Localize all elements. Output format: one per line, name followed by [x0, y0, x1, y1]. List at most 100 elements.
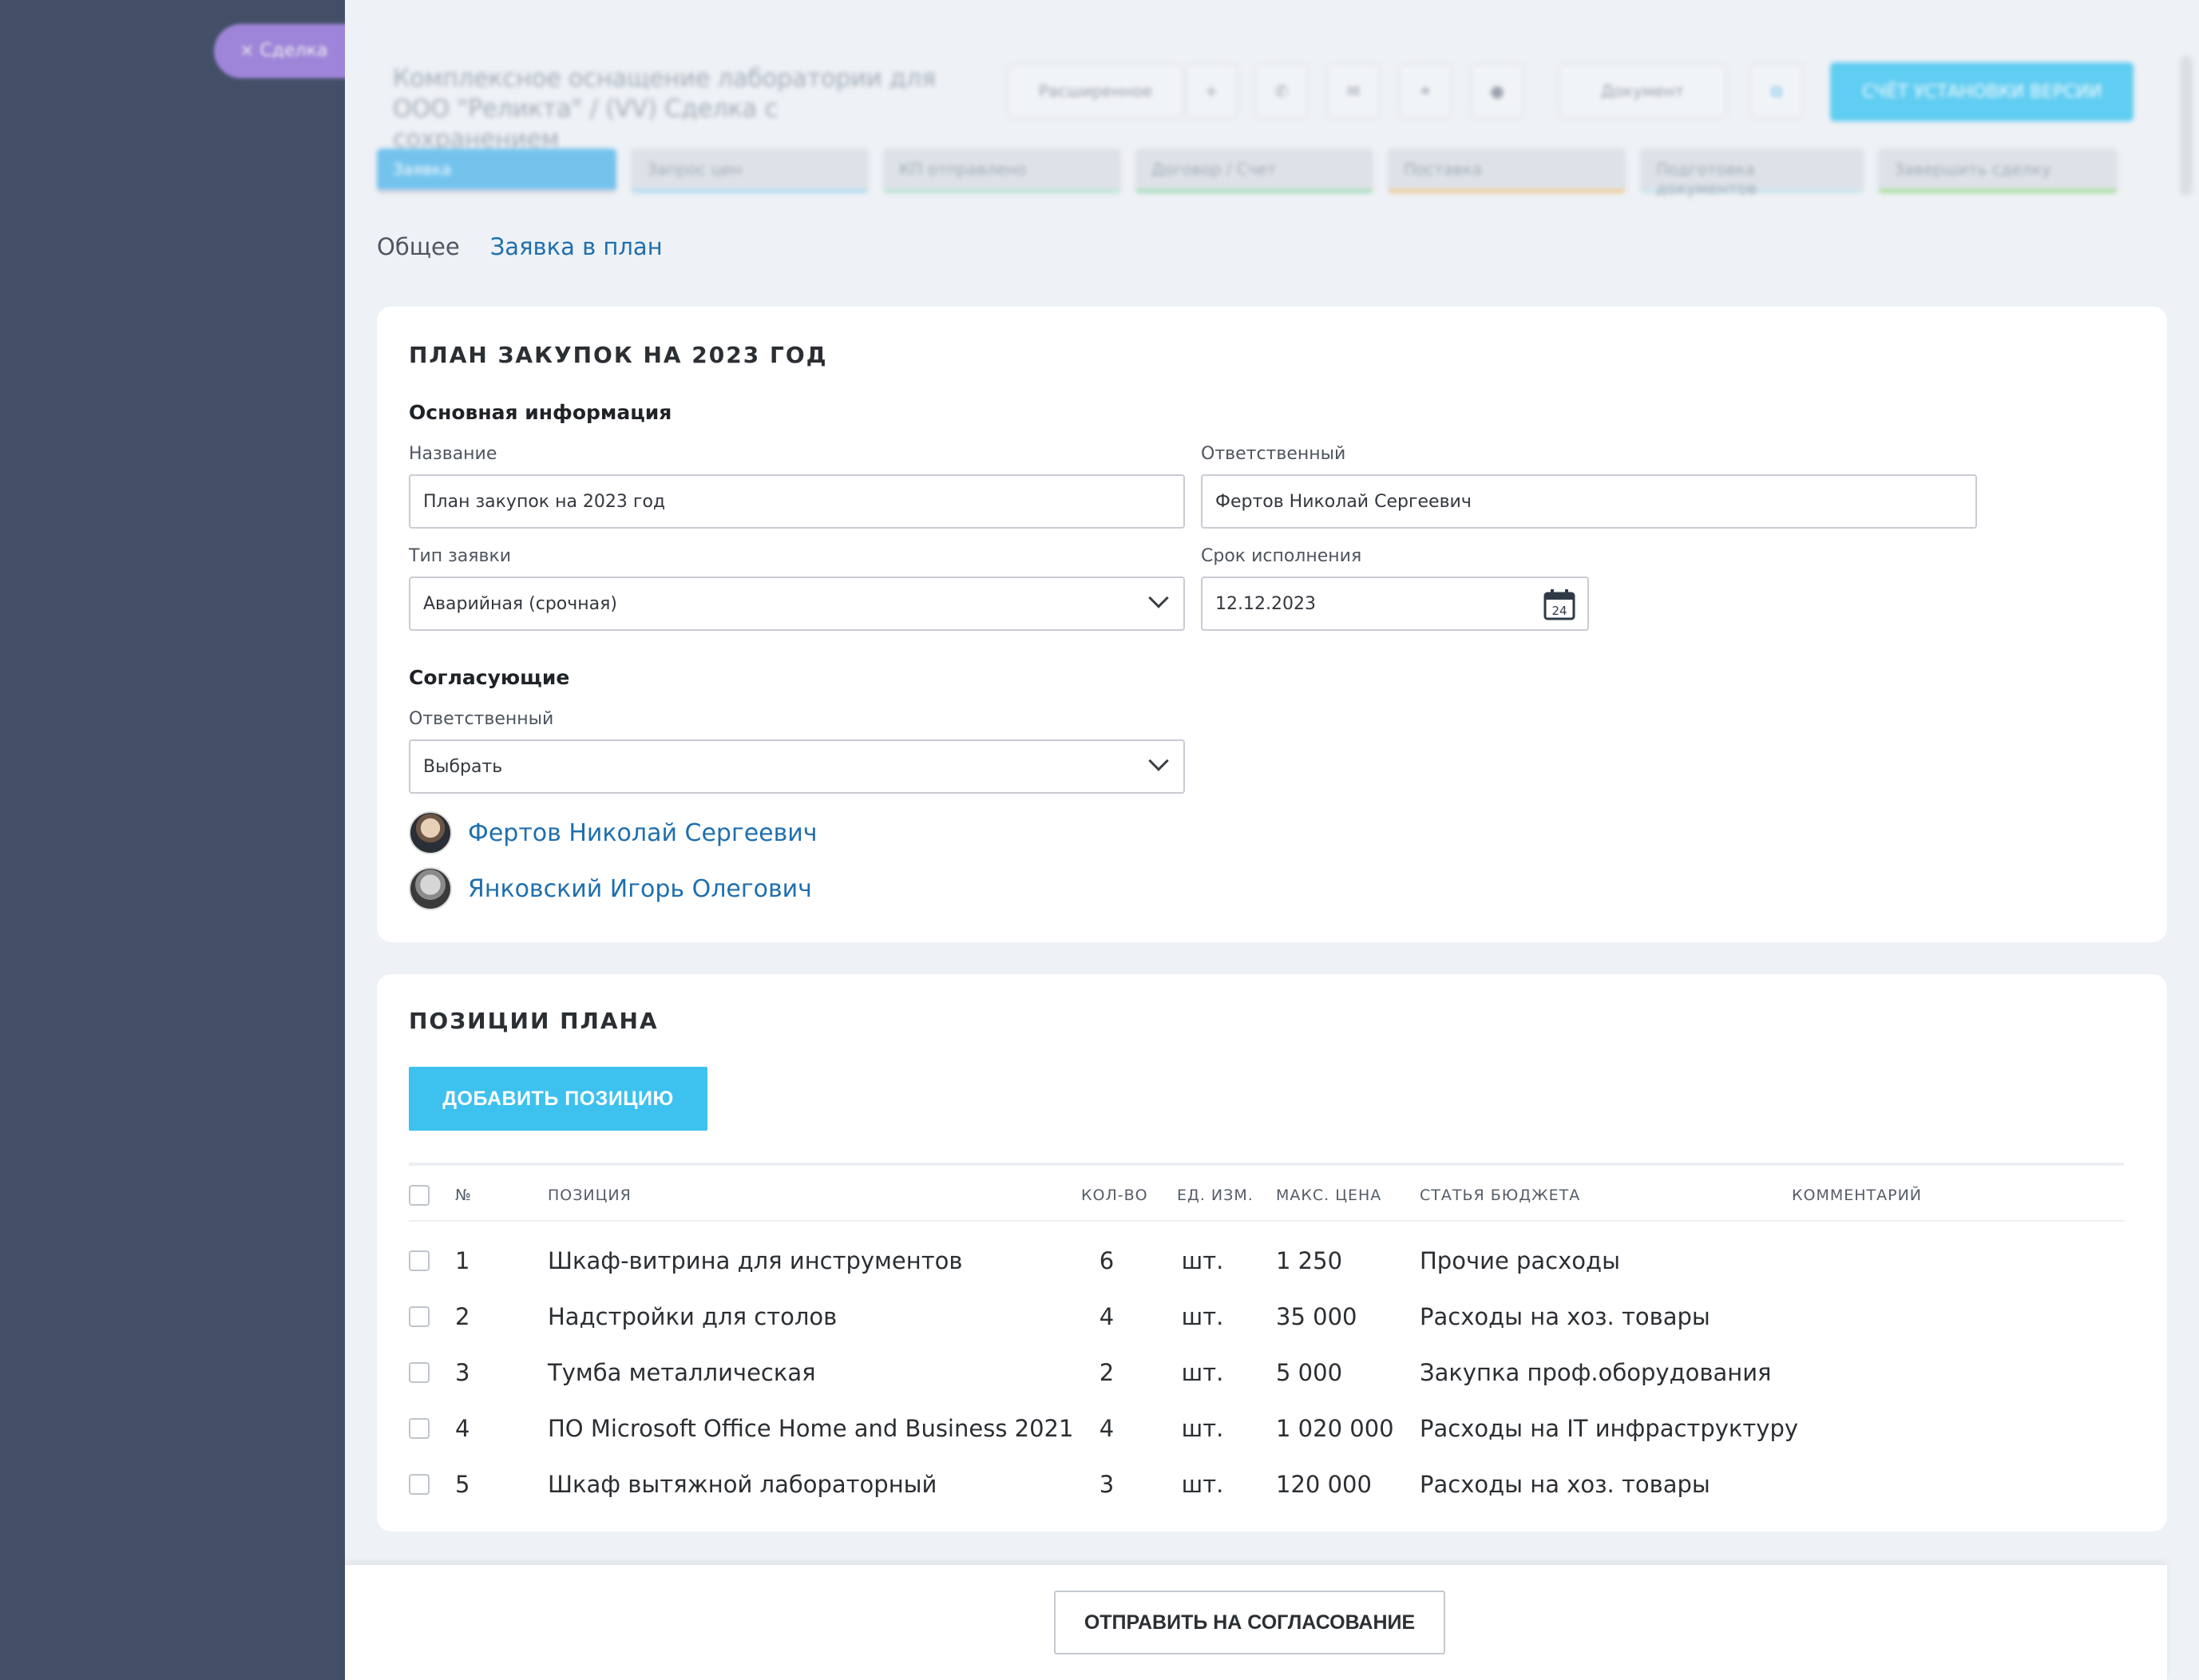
avatar	[409, 811, 452, 854]
col-unit: ЕД. ИЗМ.	[1177, 1187, 1254, 1204]
copy-icon[interactable]: ⧉	[1750, 64, 1803, 118]
table-row[interactable]: 4 ПО Microsoft Office Home and Business 2…	[409, 1401, 2124, 1456]
row-num: 2	[455, 1303, 470, 1330]
col-budget: СТАТЬЯ БЮДЖЕТА	[1420, 1187, 1581, 1204]
status-icon[interactable]: ●	[1471, 64, 1523, 118]
link-icon[interactable]: ⚭	[1399, 64, 1452, 118]
calendar-icon[interactable]: 24	[1543, 588, 1576, 621]
footer-bar: ОТПРАВИТЬ НА СОГЛАСОВАНИЕ	[345, 1565, 2167, 1680]
name-field-value: План закупок на 2023 год	[423, 491, 666, 512]
row-budget: Прочие расходы	[1420, 1247, 1620, 1274]
stage-item[interactable]: Поставка	[1388, 149, 1626, 193]
type-select[interactable]: Аварийная (срочная)	[409, 577, 1185, 631]
col-max-price: МАКС. ЦЕНА	[1276, 1187, 1382, 1204]
deadline-label: Срок исполнения	[1201, 546, 1362, 566]
row-max-price: 5 000	[1276, 1359, 1343, 1386]
row-unit: шт.	[1181, 1303, 1224, 1330]
row-max-price: 120 000	[1276, 1471, 1372, 1498]
table-row[interactable]: 3 Тумба металлическая 2 шт. 5 000 Закупка про…	[409, 1345, 2124, 1401]
responsible-field-value: Фертов Николай Сергеевич	[1215, 491, 1472, 512]
row-budget: Расходы на хоз. товары	[1420, 1471, 1710, 1498]
approver-select[interactable]: Выбрать	[409, 739, 1185, 794]
avatar	[409, 867, 452, 910]
chevron-down-icon	[1148, 588, 1169, 608]
row-unit: шт.	[1181, 1359, 1224, 1386]
type-label: Тип заявки	[409, 546, 512, 566]
row-max-price: 35 000	[1276, 1303, 1357, 1330]
plan-card: ПЛАН ЗАКУПОК НА 2023 ГОД Основная информ…	[377, 307, 2167, 942]
approver-label: Ответственный	[409, 709, 554, 729]
deal-title: Комплексное оснащение лаборатории для ОО…	[393, 65, 936, 153]
row-num: 3	[455, 1359, 470, 1386]
header-plus-button[interactable]: +	[1185, 64, 1238, 118]
row-num: 5	[455, 1471, 470, 1498]
name-field[interactable]: План закупок на 2023 год	[409, 474, 1185, 529]
tab-general[interactable]: Общее	[377, 233, 460, 260]
col-position: ПОЗИЦИЯ	[548, 1187, 632, 1204]
deadline-value: 12.12.2023	[1215, 593, 1316, 614]
header-document-dropdown[interactable]: Документ	[1559, 64, 1726, 118]
left-sidebar: × Сделка	[0, 0, 358, 1680]
header-extended-button[interactable]: Расширенное	[1008, 64, 1183, 118]
stage-item[interactable]: Завершить сделку	[1878, 149, 2118, 193]
row-unit: шт.	[1181, 1247, 1224, 1274]
main-content: Комплексное оснащение лаборатории для ОО…	[345, 0, 2199, 1680]
row-max-price: 1 020 000	[1276, 1415, 1394, 1442]
mail-icon[interactable]: ✉	[1327, 64, 1380, 118]
select-all-checkbox[interactable]	[409, 1185, 430, 1206]
col-qty: КОЛ-ВО	[1081, 1187, 1148, 1204]
row-checkbox[interactable]	[409, 1474, 430, 1495]
responsible-label: Ответственный	[1201, 444, 1346, 464]
row-budget: Закупка проф.оборудования	[1420, 1359, 1772, 1386]
send-for-approval-button[interactable]: ОТПРАВИТЬ НА СОГЛАСОВАНИЕ	[1054, 1591, 1445, 1654]
plan-card-title: ПЛАН ЗАКУПОК НА 2023 ГОД	[409, 342, 828, 368]
chevron-down-icon	[1148, 751, 1169, 771]
scrollbar[interactable]	[2180, 56, 2193, 196]
stage-item[interactable]: Запрос цен	[631, 149, 869, 193]
col-num: №	[455, 1187, 472, 1204]
row-checkbox[interactable]	[409, 1418, 430, 1439]
row-checkbox[interactable]	[409, 1250, 430, 1271]
positions-table: № ПОЗИЦИЯ КОЛ-ВО ЕД. ИЗМ. МАКС. ЦЕНА СТА…	[409, 1163, 2124, 1512]
tab-plan-request[interactable]: Заявка в план	[490, 233, 663, 260]
row-position: ПО Microsoft Office Home and Business 20…	[548, 1415, 1074, 1442]
stage-item[interactable]: Заявка	[377, 149, 616, 193]
primary-action-button[interactable]: СЧЁТ УСТАНОВКИ ВЕРСИИ	[1830, 62, 2134, 121]
add-position-button[interactable]: ДОБАВИТЬ ПОЗИЦИЮ	[409, 1067, 707, 1131]
table-row[interactable]: 2 Надстройки для столов 4 шт. 35 000 Расходы …	[409, 1289, 2124, 1345]
deal-close-pill[interactable]: × Сделка	[214, 24, 358, 78]
row-unit: шт.	[1181, 1471, 1224, 1498]
phone-icon[interactable]: ✆	[1255, 64, 1308, 118]
row-qty: 6	[1099, 1247, 1115, 1274]
approver-select-value: Выбрать	[423, 756, 503, 777]
responsible-field[interactable]: Фертов Николай Сергеевич	[1201, 474, 1977, 529]
approver-name[interactable]: Янковский Игорь Олегович	[468, 875, 812, 903]
row-num: 1	[455, 1247, 470, 1274]
row-qty: 2	[1099, 1359, 1115, 1386]
table-row[interactable]: 1 Шкаф-витрина для инструментов 6 шт. 1 250 П…	[409, 1233, 2124, 1289]
col-comment: КОММЕНТАРИЙ	[1792, 1187, 1923, 1204]
stage-item[interactable]: КП отправлено	[883, 149, 1121, 193]
row-max-price: 1 250	[1276, 1247, 1343, 1274]
table-body: 1 Шкаф-витрина для инструментов 6 шт. 1 250 П…	[409, 1222, 2124, 1512]
row-unit: шт.	[1181, 1415, 1224, 1442]
row-checkbox[interactable]	[409, 1306, 430, 1327]
stage-item[interactable]: Договор / Счет	[1135, 149, 1373, 193]
deadline-date-input[interactable]: 12.12.2023 24	[1201, 577, 1589, 631]
row-position: Шкаф вытяжной лабораторный	[548, 1471, 937, 1498]
approver-item: Янковский Игорь Олегович	[409, 867, 812, 910]
row-checkbox[interactable]	[409, 1362, 430, 1383]
approver-item: Фертов Николай Сергеевич	[409, 811, 818, 854]
name-label: Название	[409, 444, 497, 464]
table-row[interactable]: 5 Шкаф вытяжной лабораторный 3 шт. 120 000 Ра…	[409, 1456, 2124, 1512]
row-qty: 4	[1099, 1303, 1115, 1330]
page-tabs: Общее Заявка в план	[377, 233, 663, 260]
row-budget: Расходы на хоз. товары	[1420, 1303, 1710, 1330]
type-select-value: Аварийная (срочная)	[423, 593, 617, 614]
row-qty: 4	[1099, 1415, 1115, 1442]
stage-item[interactable]: Подготовка документов	[1640, 149, 1864, 198]
row-position: Надстройки для столов	[548, 1303, 838, 1330]
positions-card-title: ПОЗИЦИИ ПЛАНА	[409, 1008, 659, 1034]
approver-name[interactable]: Фертов Николай Сергеевич	[468, 819, 818, 847]
row-qty: 3	[1099, 1471, 1115, 1498]
